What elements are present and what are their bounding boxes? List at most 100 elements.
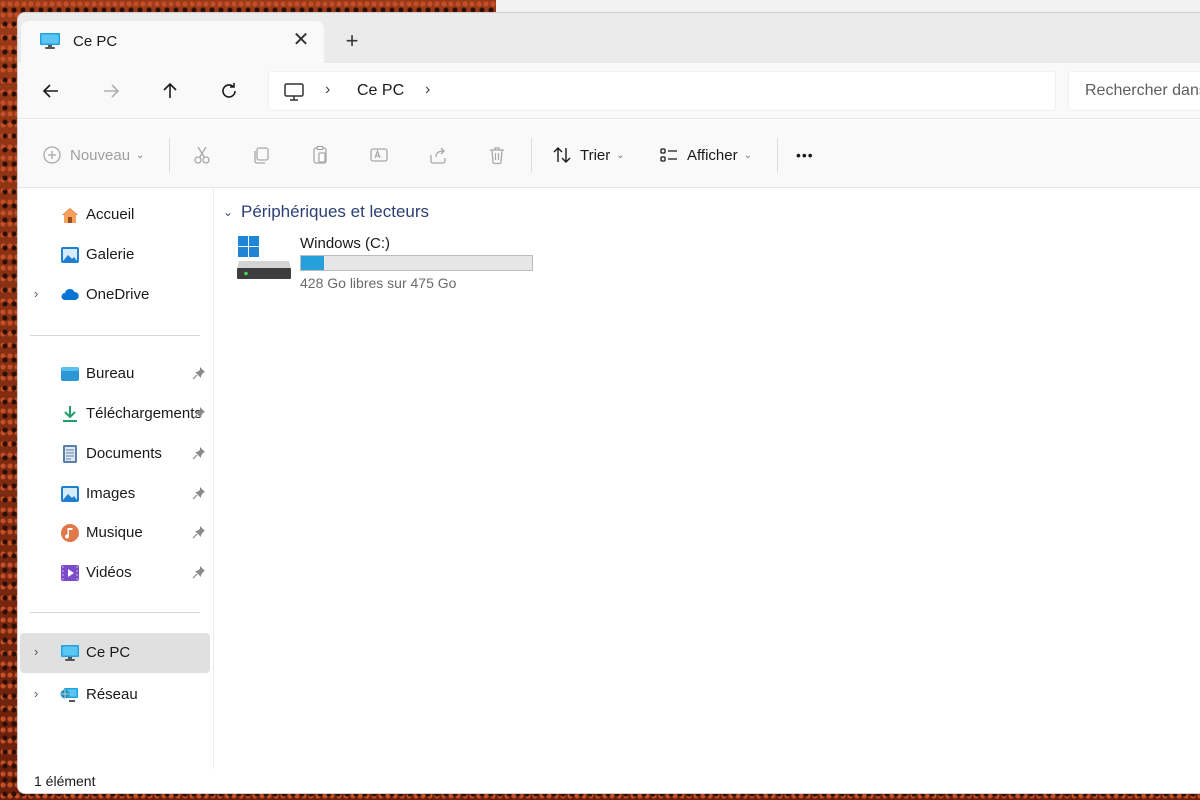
up-button[interactable] xyxy=(155,77,185,105)
sidebar-item-label: Réseau xyxy=(86,686,138,703)
drive-free-space: 428 Go libres sur 475 Go xyxy=(300,275,457,291)
delete-icon xyxy=(490,147,504,165)
gallery-icon xyxy=(61,247,79,263)
rename-icon xyxy=(370,148,388,162)
file-explorer-window: Ce PC ✕ + › Ce PC › Rechercher dans: Ce… xyxy=(17,12,1200,794)
expand-chevron-icon[interactable]: › xyxy=(34,644,38,659)
breadcrumb-separator[interactable]: › xyxy=(425,81,430,99)
delete-button[interactable] xyxy=(487,140,507,170)
monitor-icon xyxy=(284,83,304,101)
refresh-icon xyxy=(222,83,236,98)
pc-icon xyxy=(40,33,60,49)
rename-button[interactable] xyxy=(369,140,389,170)
sidebar-item-galerie[interactable]: Galerie xyxy=(20,237,210,273)
chevron-down-icon: ⌄ xyxy=(616,149,625,161)
pictures-icon xyxy=(61,486,79,502)
view-button[interactable]: Afficher ⌄ xyxy=(659,140,752,170)
new-label: Nouveau xyxy=(70,146,131,164)
sidebar-item-label: Documents xyxy=(86,445,162,462)
divider xyxy=(30,335,200,336)
cut-button[interactable] xyxy=(192,140,212,170)
pin-icon[interactable] xyxy=(192,366,206,380)
arrow-right-icon xyxy=(104,84,120,98)
pin-icon[interactable] xyxy=(192,406,206,420)
copy-button[interactable] xyxy=(251,140,271,170)
videos-icon xyxy=(61,565,79,581)
item-count: 1 élément xyxy=(34,773,96,789)
sidebar-item-bureau[interactable]: Bureau xyxy=(20,356,210,392)
file-list-area: ⌄ Périphériques et lecteurs Windows (C:)… xyxy=(215,189,1200,769)
onedrive-icon xyxy=(61,288,79,300)
documents-icon xyxy=(63,445,77,463)
expand-chevron-icon[interactable]: › xyxy=(34,686,38,701)
view-icon xyxy=(660,148,677,162)
drive-usage-fill xyxy=(301,256,324,270)
pin-icon[interactable] xyxy=(192,525,206,539)
breadcrumb[interactable]: › Ce PC › xyxy=(268,71,1056,111)
share-icon xyxy=(430,147,446,164)
sidebar-item-accueil[interactable]: Accueil xyxy=(20,197,210,233)
desktop-folder-icon xyxy=(61,367,79,381)
tab-ce-pc[interactable]: Ce PC ✕ xyxy=(21,21,324,63)
back-button[interactable] xyxy=(36,77,66,105)
pin-icon[interactable] xyxy=(192,565,206,579)
close-tab-icon[interactable]: ✕ xyxy=(289,29,313,53)
sidebar-item-label: Téléchargements xyxy=(86,405,202,422)
status-bar: 1 élément xyxy=(18,769,1200,793)
sidebar-item-documents[interactable]: Documents xyxy=(20,436,210,472)
home-icon xyxy=(62,208,78,223)
drive-item-windows-c[interactable]: Windows (C:) 428 Go libres sur 475 Go xyxy=(237,233,557,297)
refresh-button[interactable] xyxy=(214,77,244,105)
sidebar-item-videos[interactable]: Vidéos xyxy=(20,555,210,591)
divider xyxy=(30,612,200,613)
sidebar-item-telechargements[interactable]: Téléchargements xyxy=(20,396,206,432)
pin-icon[interactable] xyxy=(192,446,206,460)
sidebar-item-label: OneDrive xyxy=(86,286,150,303)
sidebar-item-label: Images xyxy=(86,485,136,502)
sidebar-item-ce-pc[interactable]: › Ce PC xyxy=(20,633,210,673)
sidebar-item-onedrive[interactable]: › OneDrive xyxy=(20,277,210,313)
search-box[interactable] xyxy=(1068,71,1200,111)
new-button[interactable]: Nouveau ⌄ xyxy=(42,140,144,170)
sidebar-item-musique[interactable]: Musique xyxy=(20,515,210,551)
tab-title: Ce PC xyxy=(73,33,118,50)
search-input[interactable] xyxy=(1085,82,1200,100)
sidebar-item-label: Musique xyxy=(86,524,143,541)
copy-icon xyxy=(254,147,269,164)
paste-icon xyxy=(313,145,327,164)
more-icon: ••• xyxy=(796,147,814,163)
breadcrumb-separator[interactable]: › xyxy=(325,81,330,99)
expand-chevron-icon[interactable]: › xyxy=(34,286,38,301)
sidebar-item-label: Bureau xyxy=(86,365,135,382)
sidebar-item-reseau[interactable]: › Réseau xyxy=(20,677,210,713)
breadcrumb-item-ce-pc[interactable]: Ce PC xyxy=(357,82,404,100)
sort-label: Trier xyxy=(580,146,611,164)
forward-button[interactable] xyxy=(96,77,126,105)
pin-icon[interactable] xyxy=(192,486,206,500)
divider xyxy=(777,138,778,172)
sort-icon xyxy=(553,147,571,163)
chevron-down-icon[interactable]: ⌄ xyxy=(223,205,239,219)
tab-bar: Ce PC ✕ + xyxy=(18,13,1200,63)
arrow-left-icon xyxy=(42,84,58,98)
network-icon xyxy=(60,688,78,702)
new-tab-button[interactable]: + xyxy=(338,28,366,56)
share-button[interactable] xyxy=(428,140,448,170)
sort-button[interactable]: Trier ⌄ xyxy=(552,140,625,170)
sidebar-item-label: Vidéos xyxy=(86,564,132,581)
navigation-pane: Accueil Galerie › OneDrive Bureau Téléch… xyxy=(18,189,214,769)
arrow-up-icon xyxy=(163,82,177,98)
chevron-down-icon: ⌄ xyxy=(743,149,752,161)
more-options-button[interactable]: ••• xyxy=(796,140,814,170)
sidebar-item-label: Accueil xyxy=(86,206,135,223)
divider xyxy=(169,138,170,172)
sidebar-item-label: Galerie xyxy=(86,246,135,263)
sidebar-item-label: Ce PC xyxy=(86,644,131,661)
group-header-devices[interactable]: ⌄ Périphériques et lecteurs xyxy=(223,202,429,222)
drive-icon xyxy=(237,236,291,279)
paste-button[interactable] xyxy=(310,140,330,170)
sidebar-item-images[interactable]: Images xyxy=(20,476,210,512)
divider xyxy=(531,138,532,172)
drive-name: Windows (C:) xyxy=(300,235,391,252)
plus-circle-icon xyxy=(43,146,61,164)
